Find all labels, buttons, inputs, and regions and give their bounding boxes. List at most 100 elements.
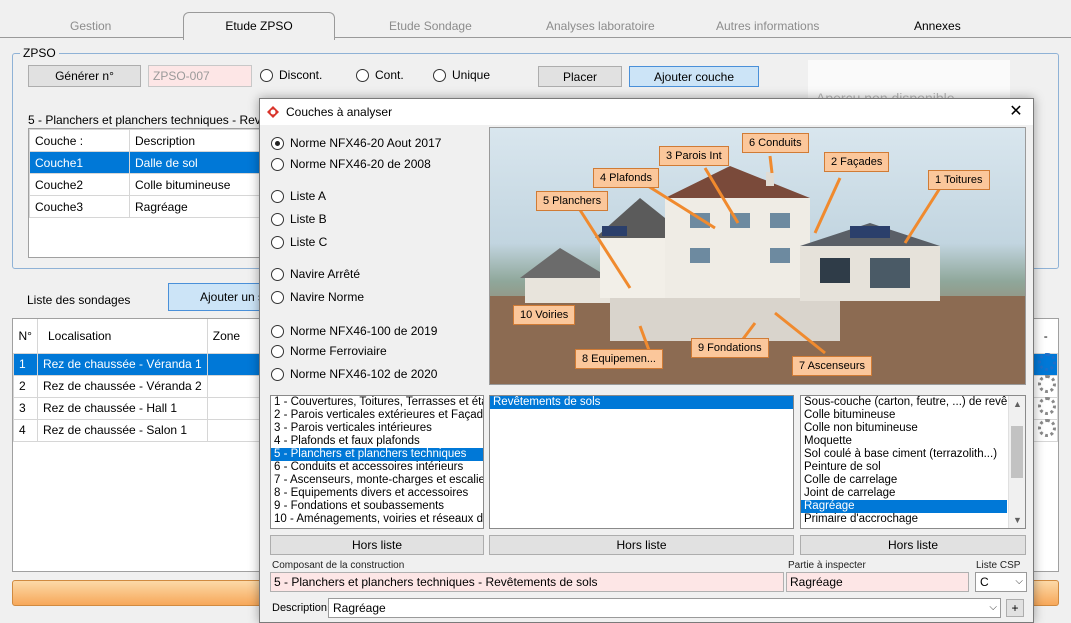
callout-fondations[interactable]: 9 Fondations [691, 338, 769, 358]
list-item[interactable]: 5 - Planchers et planchers techniques [271, 448, 483, 461]
partie-list-scrollbar[interactable]: ▲ ▼ [1008, 396, 1025, 528]
scroll-thumb[interactable] [1011, 426, 1023, 478]
radio-indicator[interactable] [271, 367, 284, 381]
radio-nfx46-100-2019[interactable]: Norme NFX46-100 de 2019 [271, 324, 437, 338]
scroll-up-icon[interactable]: ▲ [1009, 396, 1025, 412]
couche-header[interactable]: Couche : [29, 129, 130, 152]
list-item[interactable]: 1 - Couvertures, Toitures, Terrasses et … [271, 396, 483, 409]
table-row[interactable]: Couche1 Dalle de sol [29, 151, 267, 174]
gear-icon[interactable] [1038, 419, 1056, 437]
radio-liste-b[interactable]: Liste B [271, 212, 327, 226]
radio-cont-indicator[interactable] [356, 68, 369, 82]
num-header[interactable]: N° [13, 319, 38, 353]
radio-nfx46-102-2020[interactable]: Norme NFX46-102 de 2020 [271, 367, 437, 381]
radio-indicator[interactable] [271, 212, 284, 226]
callout-conduits[interactable]: 6 Conduits [742, 133, 809, 153]
radio-navire-norme[interactable]: Navire Norme [271, 290, 364, 304]
tab-analyses-laboratoire[interactable]: Analyses laboratoire [546, 19, 655, 33]
scroll-down-icon[interactable]: ▼ [1009, 512, 1025, 528]
radio-navire-arrete[interactable]: Navire Arrêté [271, 267, 360, 281]
building-illustration: 1 Toitures 2 Façades 3 Parois Int 4 Plaf… [489, 127, 1026, 385]
add-description-button[interactable]: + [1006, 599, 1024, 617]
localisation-header[interactable]: Localisation [37, 319, 208, 353]
list-item[interactable]: 2 - Parois verticales extérieures et Faç… [271, 409, 483, 422]
hors-liste-partie-button[interactable]: Hors liste [800, 535, 1026, 555]
list-item[interactable]: Colle non bitumineuse [801, 422, 1007, 435]
radio-indicator[interactable] [271, 136, 284, 150]
csp-label: Liste CSP [976, 560, 1021, 571]
callout-ascenseurs[interactable]: 7 Ascenseurs [792, 356, 873, 376]
partie-list[interactable]: Sous-couche (carton, feutre, ...) de rev… [800, 395, 1026, 529]
composant-field[interactable]: 5 - Planchers et planchers techniques - … [270, 572, 784, 592]
radio-indicator[interactable] [271, 344, 284, 358]
radio-liste-c[interactable]: Liste C [271, 235, 327, 249]
gear-icon[interactable] [1038, 375, 1056, 393]
radio-liste-a[interactable]: Liste A [271, 189, 326, 203]
radio-discont-indicator[interactable] [260, 68, 273, 82]
list-item[interactable]: 10 - Aménagements, voiries et réseaux di… [271, 513, 483, 526]
placer-button[interactable]: Placer [538, 66, 622, 87]
radio-discont-label: Discont. [279, 68, 323, 82]
list-item[interactable]: Revêtements de sols [490, 396, 793, 409]
zpso-code-field[interactable]: ZPSO-007 [148, 65, 252, 87]
callout-equipements[interactable]: 8 Equipemen... [575, 349, 663, 369]
radio-indicator[interactable] [271, 267, 284, 281]
partie-field[interactable]: Ragréage [786, 572, 969, 592]
list-item[interactable]: 6 - Conduits et accessoires intérieurs [271, 461, 483, 474]
csp-select[interactable]: C ⌵ [975, 572, 1027, 592]
radio-nfx46-20-2017[interactable]: Norme NFX46-20 Aout 2017 [271, 136, 441, 150]
radio-indicator[interactable] [271, 324, 284, 338]
list-item[interactable]: Sous-couche (carton, feutre, ...) de rev… [801, 396, 1007, 409]
list-item[interactable]: 9 - Fondations et soubassements [271, 500, 483, 513]
tab-autres-informations[interactable]: Autres informations [716, 19, 819, 33]
list-item[interactable]: Sol coulé à base ciment (terrazolith...) [801, 448, 1007, 461]
table-row[interactable]: Couche3 Ragréage [29, 195, 267, 218]
radio-indicator[interactable] [271, 290, 284, 304]
radio-discont[interactable]: Discont. [260, 68, 322, 82]
couche-table: Couche : Description Couche1 Dalle de so… [28, 128, 268, 258]
gear-icon[interactable] [1038, 353, 1056, 371]
generate-number-button[interactable]: Générer n° [28, 65, 141, 87]
list-item[interactable]: 3 - Parois verticales intérieures [271, 422, 483, 435]
gear-icon[interactable] [1038, 397, 1056, 415]
table-row[interactable]: Couche2 Colle bitumineuse [29, 173, 267, 196]
close-icon[interactable]: ✕ [1005, 101, 1027, 123]
tab-etude-zpso[interactable]: Etude ZPSO [183, 12, 335, 40]
hors-liste-sous-composant-button[interactable]: Hors liste [489, 535, 794, 555]
radio-unique-indicator[interactable] [433, 68, 446, 82]
tab-gestion[interactable]: Gestion [70, 19, 111, 33]
callout-plafonds[interactable]: 4 Plafonds [593, 168, 659, 188]
list-item[interactable]: Colle de carrelage [801, 474, 1007, 487]
list-item[interactable]: Moquette [801, 435, 1007, 448]
callout-planchers[interactable]: 5 Planchers [536, 191, 609, 211]
chevron-down-icon[interactable]: ⌵ [989, 599, 997, 617]
list-item[interactable]: Ragréage [801, 500, 1007, 513]
ajouter-couche-button[interactable]: Ajouter couche [629, 66, 759, 87]
list-item[interactable]: 8 - Équipements divers et accessoires [271, 487, 483, 500]
radio-cont[interactable]: Cont. [356, 68, 404, 82]
hors-liste-composant-button[interactable]: Hors liste [270, 535, 484, 555]
radio-ferroviaire[interactable]: Norme Ferroviaire [271, 344, 387, 358]
callout-toitures[interactable]: 1 Toitures [928, 170, 990, 190]
radio-indicator[interactable] [271, 157, 284, 171]
list-item[interactable]: 4 - Plafonds et faux plafonds [271, 435, 483, 448]
radio-indicator[interactable] [271, 189, 284, 203]
radio-nfx46-20-2008[interactable]: Norme NFX46-20 de 2008 [271, 157, 431, 171]
tab-etude-sondage[interactable]: Etude Sondage [389, 19, 472, 33]
list-item[interactable]: Joint de carrelage [801, 487, 1007, 500]
list-item[interactable]: Primaire d'accrochage [801, 513, 1007, 526]
description-select[interactable]: Ragréage ⌵ [328, 598, 1001, 618]
callout-voiries[interactable]: 10 Voiries [513, 305, 576, 325]
callout-parois-int[interactable]: 3 Parois Int [659, 146, 729, 166]
description-header[interactable]: Description [129, 129, 267, 152]
radio-unique[interactable]: Unique [433, 68, 490, 82]
callout-facades[interactable]: 2 Façades [824, 152, 890, 172]
tab-annexes[interactable]: Annexes [914, 19, 961, 33]
composant-list[interactable]: 1 - Couvertures, Toitures, Terrasses et … [270, 395, 484, 529]
list-item[interactable]: 7 - Ascenseurs, monte-charges et escalie… [271, 474, 483, 487]
sous-composant-list[interactable]: Revêtements de sols [489, 395, 794, 529]
radio-indicator[interactable] [271, 235, 284, 249]
chevron-down-icon[interactable]: ⌵ [1015, 573, 1023, 591]
list-item[interactable]: Peinture de sol [801, 461, 1007, 474]
list-item[interactable]: Colle bitumineuse [801, 409, 1007, 422]
